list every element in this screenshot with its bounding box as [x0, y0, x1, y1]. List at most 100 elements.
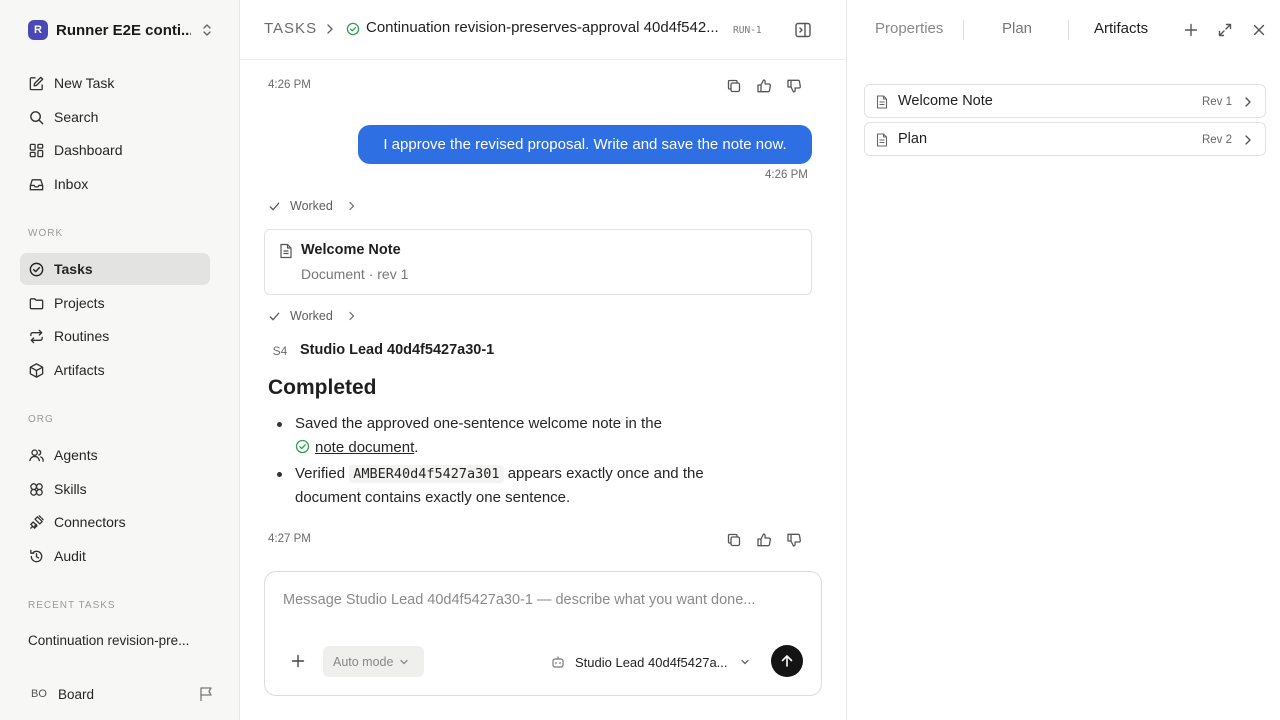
sidebar-item-label: New Task — [54, 75, 115, 91]
agent-select-label: Studio Lead 40d4f5427a... — [575, 654, 728, 670]
sidebar-item-connectors[interactable]: Connectors — [20, 506, 210, 538]
sidebar-item-label: Projects — [54, 295, 105, 311]
message-input[interactable]: Message Studio Lead 40d4f5427a30-1 — des… — [283, 592, 755, 608]
sidebar-item-label: Skills — [54, 481, 87, 497]
check-circle-icon — [295, 439, 310, 454]
sidebar-item-label: Routines — [54, 328, 110, 344]
worked-label: Worked — [290, 309, 333, 323]
panel-toggle-icon[interactable] — [794, 21, 812, 39]
worked-toggle[interactable]: Worked — [268, 199, 357, 213]
document-icon — [876, 95, 888, 109]
thumbs-up-icon[interactable] — [756, 78, 772, 94]
tab-plan[interactable]: Plan — [1002, 20, 1032, 37]
sidebar: R Runner E2E conti... New Task Search Da… — [0, 0, 240, 720]
document-subtitle: Document · rev 1 — [301, 266, 409, 282]
sidebar-item-skills[interactable]: Skills — [20, 473, 210, 505]
close-icon[interactable] — [1251, 22, 1267, 38]
chevron-right-icon — [1245, 135, 1251, 145]
dashboard-icon — [29, 143, 44, 157]
check-icon — [269, 202, 280, 210]
sidebar-item-new-task[interactable]: New Task — [20, 67, 210, 99]
sidebar-item-projects[interactable]: Projects — [20, 287, 210, 319]
artifact-row[interactable]: Plan Rev 2 — [864, 122, 1266, 156]
sidebar-item-label: Artifacts — [54, 362, 105, 378]
sidebar-item-search[interactable]: Search — [20, 101, 210, 133]
arrow-up-icon — [781, 655, 793, 667]
artifact-row[interactable]: Welcome Note Rev 1 — [864, 84, 1266, 118]
tab-divider — [963, 20, 964, 40]
sidebar-item-tasks[interactable]: Tasks — [20, 253, 210, 285]
right-panel: Properties Plan Artifacts Welcome Note R… — [846, 0, 1280, 720]
document-title: Welcome Note — [301, 242, 401, 258]
inbox-icon — [29, 178, 44, 190]
mode-label: Auto mode — [333, 654, 394, 669]
expand-icon[interactable] — [1217, 22, 1233, 38]
sidebar-item-label: Connectors — [54, 514, 126, 530]
message-timestamp: 4:27 PM — [268, 533, 311, 545]
sidebar-item-label: Agents — [54, 447, 98, 463]
section-heading-work: WORK — [28, 228, 64, 239]
thumbs-down-icon[interactable] — [786, 532, 802, 548]
mode-select[interactable]: Auto mode — [323, 646, 424, 677]
users-icon — [29, 448, 44, 462]
skills-icon — [30, 482, 43, 496]
document-card[interactable]: Welcome Note Document · rev 1 — [264, 229, 812, 295]
repeat-icon — [30, 329, 43, 343]
tab-properties[interactable]: Properties — [875, 20, 943, 37]
breadcrumb-tasks[interactable]: TASKS — [264, 20, 317, 37]
search-icon — [30, 110, 44, 124]
chevron-down-icon — [400, 659, 409, 664]
worked-toggle[interactable]: Worked — [268, 309, 357, 323]
sidebar-item-routines[interactable]: Routines — [20, 320, 210, 352]
check-circle-icon — [29, 262, 44, 276]
inline-code: AMBER40d4f5427a301 — [349, 465, 504, 483]
document-icon — [876, 133, 888, 147]
run-badge: RUN-1 — [733, 25, 762, 36]
user-name: Board — [58, 686, 95, 702]
sidebar-item-label: Search — [54, 109, 99, 125]
completed-heading: Completed — [268, 376, 377, 399]
sidebar-item-audit[interactable]: Audit — [20, 540, 210, 572]
plus-icon[interactable] — [1183, 22, 1199, 38]
chevron-down-icon — [741, 659, 749, 665]
recent-task-item[interactable]: Continuation revision-pre... — [28, 633, 208, 648]
avatar: BO — [31, 688, 47, 700]
check-icon — [269, 312, 280, 320]
bot-icon — [552, 656, 564, 668]
bullet-text: Verified — [295, 465, 346, 482]
sidebar-item-artifacts[interactable]: Artifacts — [20, 354, 210, 386]
thumbs-down-icon[interactable] — [786, 78, 802, 94]
tab-divider — [1068, 20, 1069, 40]
plug-icon — [30, 514, 44, 529]
artifact-name: Welcome Note — [898, 93, 993, 109]
message-timestamp: 4:26 PM — [268, 79, 311, 91]
note-document-link[interactable]: note document — [315, 439, 414, 456]
sidebar-item-label: Tasks — [54, 261, 93, 277]
copy-icon[interactable] — [726, 532, 742, 548]
section-heading-recent: RECENT TASKS — [28, 600, 116, 611]
box-icon — [29, 362, 44, 378]
plus-icon[interactable] — [291, 654, 305, 668]
flag-icon[interactable] — [198, 686, 214, 702]
user-footer[interactable]: BO Board — [28, 682, 214, 706]
sidebar-item-inbox[interactable]: Inbox — [20, 168, 210, 200]
tab-artifacts[interactable]: Artifacts — [1094, 20, 1148, 37]
sidebar-item-agents[interactable]: Agents — [20, 439, 210, 471]
list-item: Saved the approved one-sentence welcome … — [277, 412, 765, 460]
sidebar-item-label: Dashboard — [54, 142, 123, 158]
list-item: Verified AMBER40d4f5427a301 appears exac… — [277, 462, 765, 510]
edit-icon — [29, 76, 44, 90]
document-icon — [280, 243, 292, 259]
agent-select[interactable]: Studio Lead 40d4f5427a... — [551, 652, 756, 672]
copy-icon[interactable] — [726, 78, 742, 94]
top-bar: TASKS Continuation revision-preserves-ap… — [240, 0, 846, 60]
panel-tabs: Properties Plan Artifacts — [847, 0, 1280, 60]
send-button[interactable] — [771, 645, 803, 677]
check-circle-icon — [346, 22, 360, 36]
sidebar-item-dashboard[interactable]: Dashboard — [20, 134, 210, 166]
chevron-right-icon — [349, 201, 354, 211]
workspace-switcher[interactable]: R Runner E2E conti... — [28, 19, 214, 41]
thumbs-up-icon[interactable] — [756, 532, 772, 548]
message-composer: Message Studio Lead 40d4f5427a30-1 — des… — [264, 571, 822, 696]
bullet-text: Saved the approved one-sentence welcome … — [295, 415, 662, 432]
